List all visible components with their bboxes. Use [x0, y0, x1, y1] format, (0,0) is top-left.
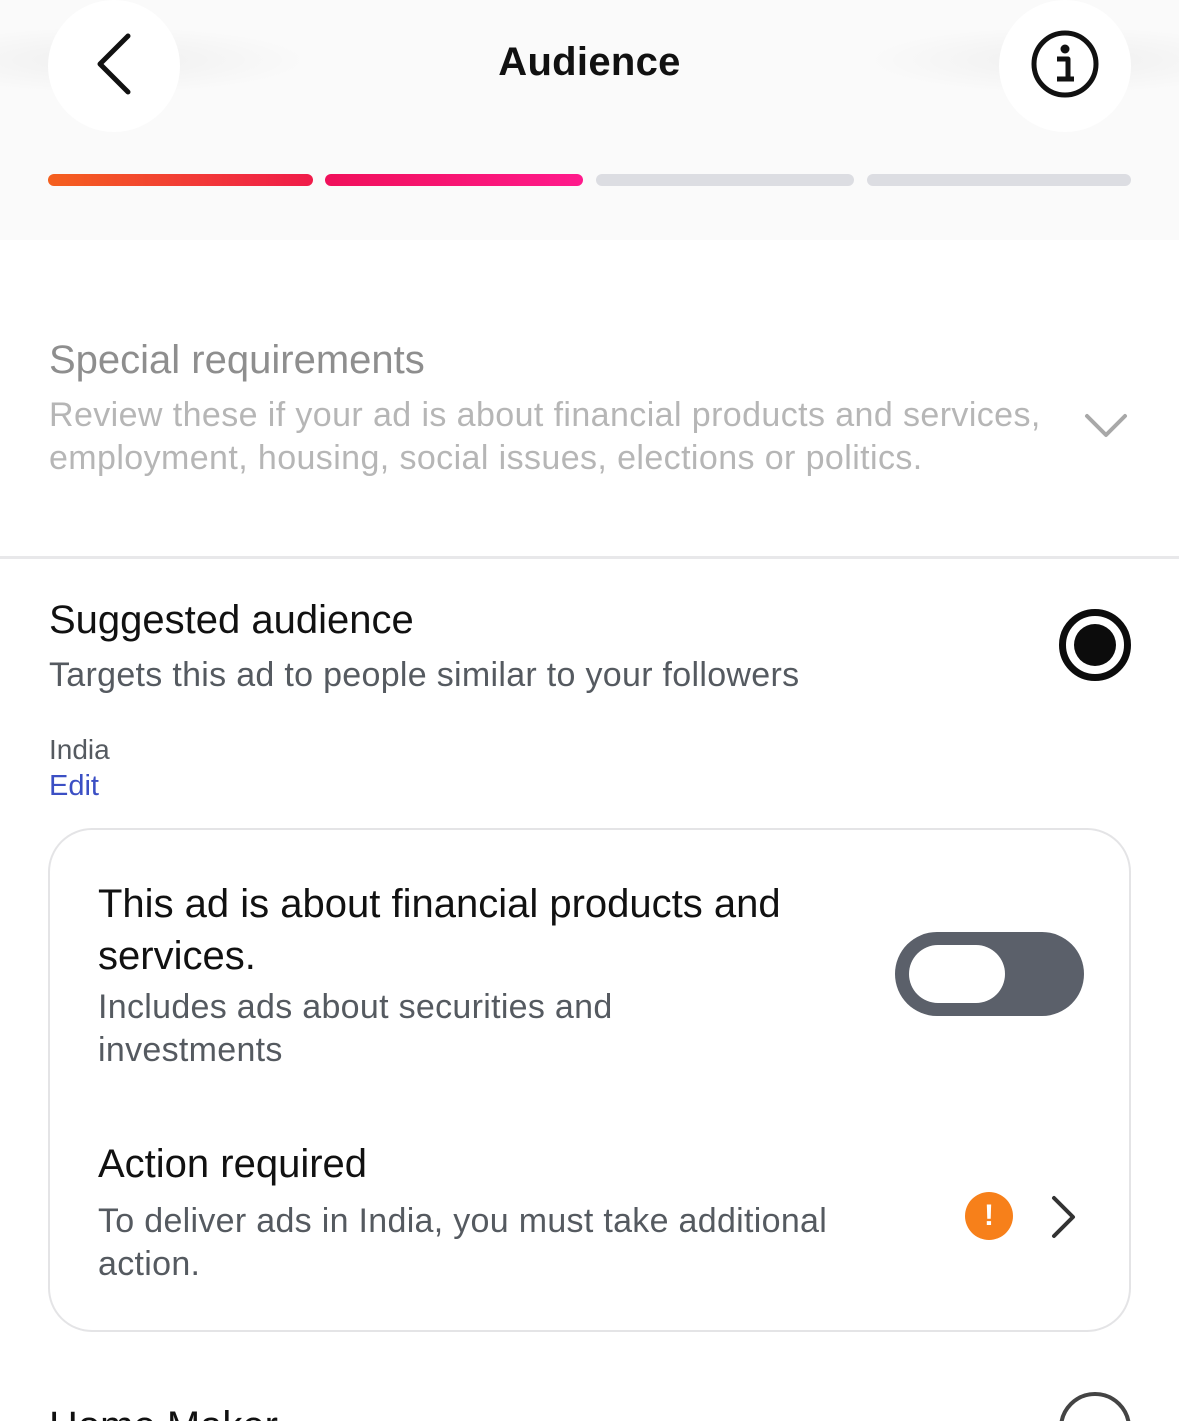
- warning-icon: !: [965, 1192, 1013, 1240]
- special-requirements-description: Review these if your ad is about financi…: [49, 396, 1041, 477]
- financial-ad-description: Includes ads about securities and invest…: [98, 988, 613, 1069]
- info-button[interactable]: [999, 0, 1131, 132]
- header: Audience: [0, 0, 1179, 240]
- progress-step-4: [867, 174, 1131, 186]
- edit-location-link[interactable]: Edit: [49, 770, 99, 803]
- toggle-knob: [909, 945, 1005, 1003]
- special-requirements-title: Special requirements: [49, 338, 425, 382]
- chevron-right-icon[interactable]: [1048, 1194, 1078, 1245]
- audience-location: India: [49, 734, 110, 765]
- home-maker-radio[interactable]: [1059, 1392, 1131, 1421]
- action-required-description: To deliver ads in India, you must take a…: [98, 1202, 828, 1283]
- progress-step-1: [48, 174, 313, 186]
- chevron-down-icon[interactable]: [1083, 410, 1129, 445]
- progress-step-2: [325, 174, 583, 186]
- section-divider: [0, 556, 1179, 559]
- action-required-title: Action required: [98, 1142, 368, 1186]
- home-maker-title: Home Maker: [49, 1404, 278, 1421]
- financial-products-card: This ad is about financial products and …: [48, 828, 1131, 1332]
- progress-step-3: [596, 174, 854, 186]
- suggested-audience-title: Suggested audience: [49, 598, 414, 642]
- financial-ad-title: This ad is about financial products and …: [98, 882, 781, 978]
- suggested-audience-radio[interactable]: [1059, 609, 1131, 681]
- financial-ad-toggle[interactable]: [895, 932, 1084, 1016]
- audience-screen: Audience Special requirements Review the…: [0, 0, 1179, 1421]
- info-icon: [1030, 29, 1100, 104]
- radio-selected-dot: [1074, 624, 1116, 666]
- suggested-audience-description: Targets this ad to people similar to you…: [49, 656, 800, 694]
